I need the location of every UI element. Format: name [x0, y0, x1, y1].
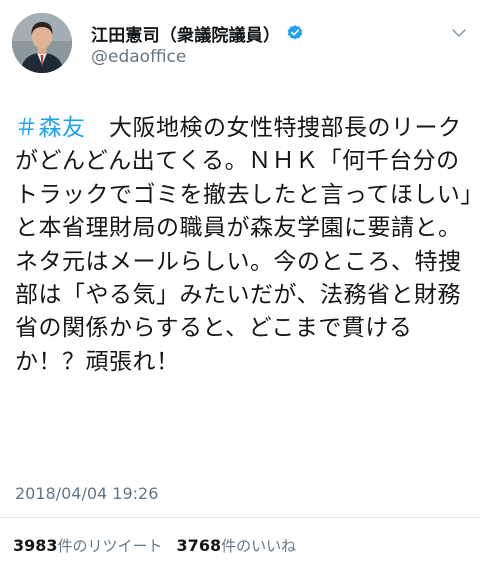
- tweet-stats: 3983 件のリツイート 3768 件のいいね: [13, 535, 310, 556]
- display-name-row[interactable]: 江田憲司（衆議院議員）: [91, 21, 304, 46]
- divider: [0, 517, 480, 518]
- user-handle[interactable]: @edaoffice: [91, 47, 186, 67]
- chevron-down-icon[interactable]: [450, 24, 468, 42]
- tweet-timestamp[interactable]: 2018/04/04 19:26: [15, 484, 158, 503]
- avatar-image: [12, 13, 72, 73]
- tweet-text-content: 大阪地検の女性特捜部長のリークがどんどん出てくる。ＮＨＫ「何千台分のトラックでゴ…: [15, 115, 473, 375]
- likes-label: 件のいいね: [221, 537, 297, 555]
- retweets-count: 3983: [13, 536, 58, 555]
- tweet-text: ＃森友 大阪地検の女性特捜部長のリークがどんどん出てくる。ＮＨＫ「何千台分のトラ…: [15, 112, 473, 379]
- verified-badge-icon: [288, 25, 303, 40]
- hashtag-link[interactable]: ＃森友: [15, 115, 86, 141]
- retweets-stat[interactable]: 3983 件のリツイート: [13, 535, 163, 556]
- tweet-card: 江田憲司（衆議院議員） @edaoffice ＃森友 大阪地検の女性特捜部長のリ…: [0, 0, 480, 578]
- retweets-label: 件のリツイート: [57, 537, 163, 555]
- likes-stat[interactable]: 3768 件のいいね: [177, 535, 297, 556]
- avatar[interactable]: [12, 13, 72, 73]
- likes-count: 3768: [176, 536, 222, 555]
- display-name[interactable]: 江田憲司（衆議院議員）: [91, 21, 280, 46]
